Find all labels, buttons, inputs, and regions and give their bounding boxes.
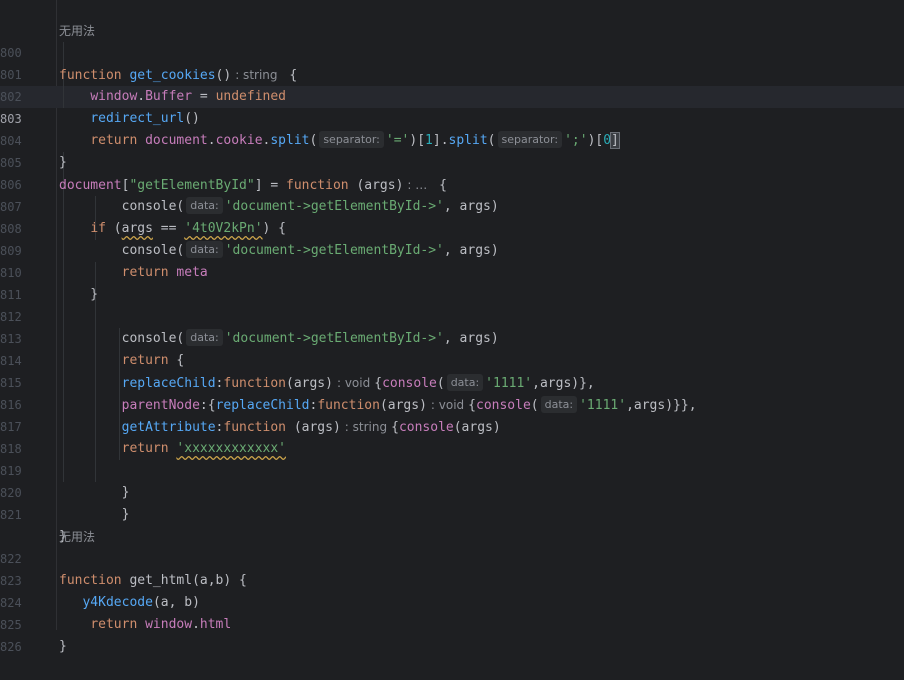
code-line[interactable]: 825 } (0, 592, 904, 654)
code-editor[interactable]: 无用法 800 function get_cookies(): string {… (0, 0, 904, 654)
code-line[interactable]: 802 redirect_url() (0, 64, 904, 126)
code-line[interactable]: 814 replaceChild:function(args): void {co… (0, 328, 904, 391)
code-line[interactable]: 815 parentNode:{replaceChild:function(ar… (0, 350, 904, 413)
line-number: 826 (0, 640, 22, 654)
code-line[interactable]: 816 getAttribute:function (args): string… (0, 372, 904, 435)
code-line[interactable]: 801 window.Buffer = undefined (0, 42, 904, 104)
code-line[interactable]: 808 console(data:'document->getElementBy… (0, 196, 904, 258)
code-line[interactable]: 826 (0, 614, 904, 654)
code-line[interactable]: 819 } (0, 438, 904, 500)
code-line[interactable]: 822 function get_html(a,b) { (0, 526, 904, 588)
code-line[interactable]: 820 } (0, 460, 904, 522)
code-line[interactable]: 818 (0, 416, 904, 456)
code-line[interactable]: 804 } (0, 108, 904, 170)
code-line[interactable]: 813 return { (0, 306, 904, 368)
code-line[interactable]: 812 console(data:'document->getElementBy… (0, 284, 904, 346)
code-line[interactable]: 817 return 'xxxxxxxxxxxx' (0, 394, 904, 456)
code-line[interactable]: 823 y4Kdecode(a, b) (0, 548, 904, 610)
code-line[interactable]: 809 return meta (0, 218, 904, 280)
code-line[interactable]: 807 if (args == '4t0V2kPn') { (0, 174, 904, 236)
code-line[interactable]: 810 } (0, 240, 904, 302)
code-line[interactable]: 800 function get_cookies(): string { (0, 20, 904, 83)
code-line[interactable]: 811 (0, 262, 904, 302)
code-line[interactable]: 806 console(data:'document->getElementBy… (0, 152, 904, 214)
code-line-current[interactable]: 803 return document.cookie.split(separat… (0, 86, 904, 149)
code-line[interactable]: 821 } (0, 482, 904, 544)
code-line[interactable]: 824 return window.html (0, 570, 904, 632)
code-line[interactable]: 805 document["getElementById"] = functio… (0, 130, 904, 193)
